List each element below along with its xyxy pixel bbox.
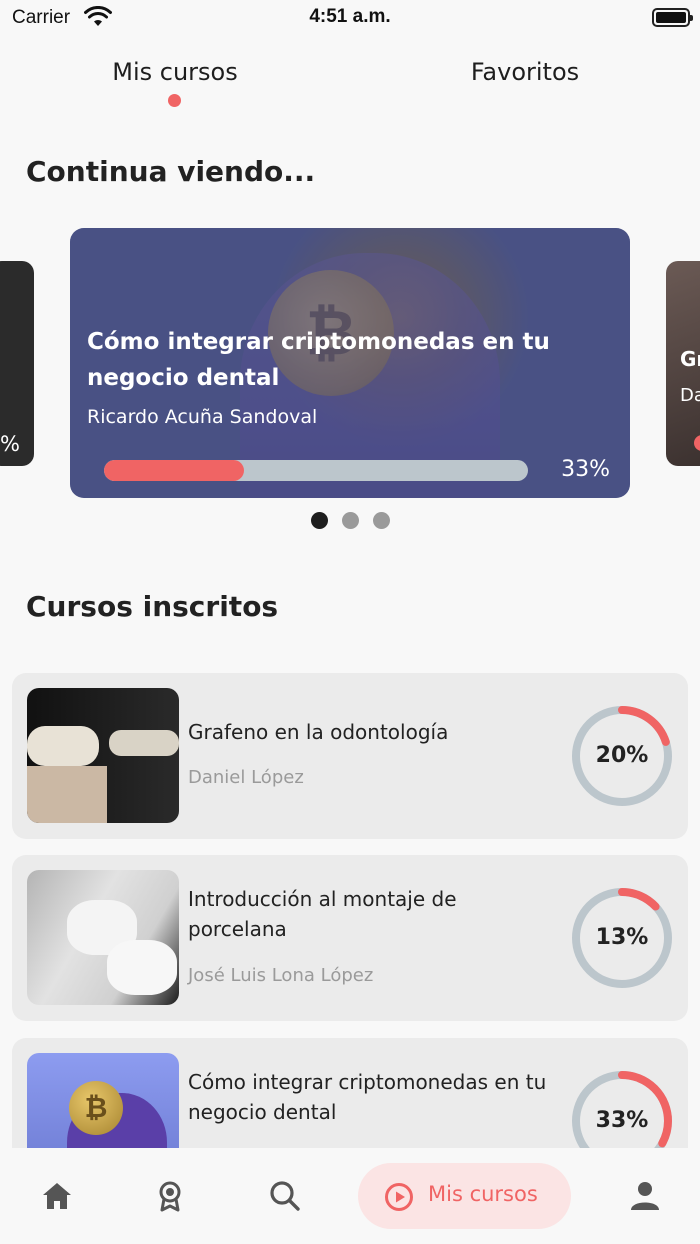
next-card-title: Gr <box>680 347 700 371</box>
home-icon[interactable] <box>39 1178 75 1214</box>
featured-progress-bar <box>104 460 528 481</box>
course-author: Daniel López <box>188 767 304 788</box>
next-card-progress-bar <box>694 435 700 451</box>
profile-icon[interactable] <box>627 1178 663 1214</box>
enrolled-courses-heading: Cursos inscritos <box>26 590 279 623</box>
nav-item-label: Mis cursos <box>428 1182 538 1206</box>
carousel-dot[interactable] <box>342 512 359 529</box>
featured-course-author: Ricardo Acuña Sandoval <box>87 406 318 428</box>
carousel-dot[interactable] <box>373 512 390 529</box>
course-card[interactable]: Grafeno en la odontología Daniel López 2… <box>12 673 688 839</box>
previous-card-progress-text: % <box>0 432 20 456</box>
play-circle-icon <box>385 1183 413 1211</box>
tab-mis-cursos[interactable]: Mis cursos <box>65 58 285 86</box>
award-icon[interactable] <box>152 1178 188 1214</box>
course-title: Introducción al montaje de porcelana <box>188 887 457 941</box>
course-progress-text: 13% <box>595 925 649 950</box>
featured-course-title: Cómo integrar criptomonedas en tu negoci… <box>87 329 550 391</box>
course-thumbnail <box>27 870 179 1005</box>
status-time: 4:51 a.m. <box>309 6 391 27</box>
continue-watching-heading: Continua viendo... <box>26 155 316 188</box>
carousel-card-previous[interactable]: % <box>0 261 34 466</box>
featured-progress-fill <box>104 460 244 481</box>
course-title: Grafeno en la odontología <box>188 720 449 744</box>
course-title: Cómo integrar criptomonedas en tu negoci… <box>188 1070 547 1124</box>
tab-selected-indicator <box>168 94 181 107</box>
course-progress-text: 20% <box>595 743 649 768</box>
course-progress-ring: 20% <box>569 703 675 809</box>
next-card-author: Da <box>680 385 700 406</box>
carousel-card-next[interactable]: Gr Da <box>666 261 700 466</box>
course-author: José Luis Lona López <box>188 965 374 986</box>
carousel-page-indicator <box>311 512 390 529</box>
tab-favoritos[interactable]: Favoritos <box>415 58 635 86</box>
carousel-dot[interactable] <box>311 512 328 529</box>
search-icon[interactable] <box>267 1178 303 1214</box>
featured-course-card[interactable]: ₿ Cómo integrar criptomonedas en tu nego… <box>70 228 630 498</box>
course-card[interactable]: Introducción al montaje de porcelana Jos… <box>12 855 688 1021</box>
battery-icon <box>652 8 693 27</box>
course-progress-ring: 13% <box>569 885 675 991</box>
course-thumbnail <box>27 688 179 823</box>
status-bar: Carrier 4:51 a.m. <box>0 0 700 38</box>
nav-item-mis-cursos[interactable]: Mis cursos <box>358 1163 571 1229</box>
featured-progress-text: 33% <box>561 457 610 482</box>
bottom-navigation: Mis cursos <box>0 1148 700 1244</box>
